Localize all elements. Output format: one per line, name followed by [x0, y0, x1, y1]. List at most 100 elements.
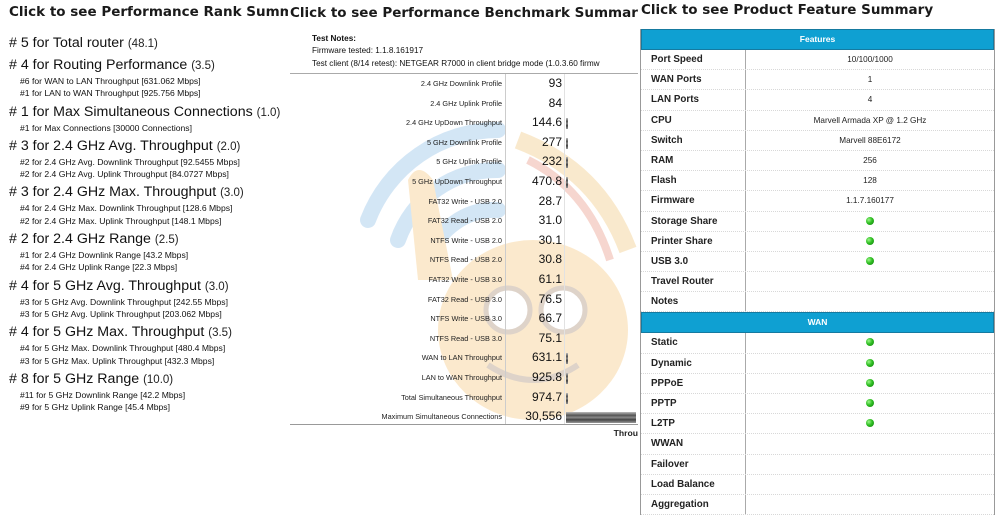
- check-indicator-icon: [866, 256, 874, 265]
- rank-detail[interactable]: #3 for 5 GHz Avg. Uplink Throughput [203…: [20, 308, 284, 320]
- benchmark-label[interactable]: Total Simultaneous Throughput: [401, 393, 502, 402]
- benchmark-label[interactable]: FAT32 Read - USB 3.0: [428, 295, 502, 304]
- benchmark-summary-link[interactable]: Click to see Performance Benchmark Summa…: [290, 5, 638, 21]
- rank-list: # 5 for Total router (48.1) # 4 for Routi…: [9, 34, 284, 416]
- rank-detail[interactable]: #4 for 2.4 GHz Max. Downlink Throughput …: [20, 202, 284, 214]
- rank-detail[interactable]: #4 for 5 GHz Max. Downlink Throughput [4…: [20, 342, 284, 354]
- feature-name: L2TP: [641, 414, 746, 434]
- feature-row: Failover: [641, 454, 994, 475]
- benchmark-value: 66.7: [538, 311, 562, 326]
- rank-detail[interactable]: #1 for Max Connections [30000 Connection…: [20, 122, 284, 134]
- feature-name: Flash: [641, 171, 746, 191]
- feature-row: CPU Marvell Armada XP @ 1.2 GHz: [641, 110, 994, 131]
- rank-detail[interactable]: #2 for 2.4 GHz Max. Uplink Throughput [1…: [20, 215, 284, 227]
- rank-detail[interactable]: #2 for 2.4 GHz Avg. Uplink Throughput [8…: [20, 168, 284, 180]
- rank-detail[interactable]: #6 for WAN to LAN Throughput [631.062 Mb…: [20, 75, 284, 87]
- rank-summary-panel: Click to see Performance Rank Summary # …: [0, 0, 318, 521]
- benchmark-label[interactable]: 5 GHz Uplink Profile: [436, 157, 502, 166]
- rank-label: # 4 for 5 GHz Avg. Throughput: [9, 277, 201, 294]
- rank-heading[interactable]: # 2 for 2.4 GHz Range (2.5): [9, 230, 284, 249]
- rank-heading[interactable]: # 4 for 5 GHz Max. Throughput (3.5): [9, 323, 284, 342]
- benchmark-value: 144.6: [531, 115, 562, 130]
- rank-group: # 4 for 5 GHz Avg. Throughput (3.0) #3 fo…: [9, 277, 284, 321]
- rank-detail[interactable]: #2 for 2.4 GHz Avg. Downlink Throughput …: [20, 156, 284, 168]
- rank-group: # 5 for Total router (48.1): [9, 34, 284, 53]
- feature-row: Port Speed 10/100/1000: [641, 50, 994, 71]
- rank-heading[interactable]: # 4 for 5 GHz Avg. Throughput (3.0): [9, 277, 284, 296]
- feature-name: PPTP: [641, 394, 746, 414]
- feature-name: Port Speed: [641, 50, 746, 70]
- feature-name: Printer Share: [641, 231, 746, 251]
- feature-row: Firmware 1.1.7.160177: [641, 191, 994, 212]
- rank-summary-link[interactable]: Click to see Performance Rank Summary: [9, 4, 318, 20]
- feature-name: CPU: [641, 110, 746, 130]
- rank-detail[interactable]: #1 for 2.4 GHz Downlink Range [43.2 Mbps…: [20, 249, 284, 261]
- table-row: NTFS Read - USB 2.0 30.8: [288, 250, 638, 270]
- feature-name: USB 3.0: [641, 251, 746, 272]
- benchmark-bar: [566, 137, 568, 149]
- feature-value: [746, 292, 994, 311]
- feature-name: Travel Router: [641, 272, 746, 292]
- rank-detail[interactable]: #4 for 2.4 GHz Uplink Range [22.3 Mbps]: [20, 261, 284, 273]
- table-row: 2.4 GHz Uplink Profile 84: [288, 94, 638, 114]
- benchmark-label[interactable]: Maximum Simultaneous Connections: [382, 412, 502, 421]
- benchmark-label[interactable]: NTFS Write - USB 3.0: [430, 314, 502, 323]
- rank-heading[interactable]: # 3 for 2.4 GHz Max. Throughput (3.0): [9, 183, 284, 202]
- rank-detail[interactable]: #3 for 5 GHz Max. Uplink Throughput [432…: [20, 355, 284, 367]
- feature-value: 1.1.7.160177: [846, 196, 894, 206]
- rank-heading[interactable]: # 4 for Routing Performance (3.5): [9, 56, 284, 75]
- table-row: Total Simultaneous Throughput 974.7: [288, 388, 638, 408]
- benchmark-label[interactable]: 2.4 GHz Uplink Profile: [430, 99, 502, 108]
- benchmark-label[interactable]: 2.4 GHz Downlink Profile: [421, 79, 502, 88]
- feature-row: L2TP: [641, 414, 994, 435]
- benchmark-label[interactable]: NTFS Read - USB 2.0: [430, 255, 502, 264]
- check-indicator-icon: [866, 338, 874, 347]
- benchmark-label[interactable]: 5 GHz UpDown Throughput: [412, 177, 502, 186]
- benchmark-label[interactable]: NTFS Write - USB 2.0: [430, 236, 502, 245]
- rank-heading[interactable]: # 1 for Max Simultaneous Connections (1.…: [9, 103, 284, 122]
- benchmark-label[interactable]: 5 GHz Downlink Profile: [427, 138, 502, 147]
- check-indicator-icon: [866, 216, 874, 225]
- benchmark-label[interactable]: FAT32 Write - USB 3.0: [428, 275, 502, 284]
- benchmark-value: 28.7: [538, 193, 562, 208]
- rank-score: (2.0): [216, 140, 241, 153]
- rank-heading[interactable]: # 8 for 5 GHz Range (10.0): [9, 370, 284, 389]
- test-notes-title: Test Notes:: [312, 34, 356, 43]
- feature-value: [746, 333, 994, 352]
- test-client: Test client (8/14 retest): NETGEAR R7000…: [312, 58, 600, 68]
- rank-detail[interactable]: #3 for 5 GHz Avg. Downlink Throughput [2…: [20, 296, 284, 308]
- rank-detail[interactable]: #9 for 5 GHz Uplink Range [45.4 Mbps]: [20, 401, 284, 413]
- feature-value: 10/100/1000: [847, 55, 893, 64]
- section-header: WAN: [641, 312, 994, 334]
- feature-name: Notes: [641, 292, 746, 312]
- rank-heading[interactable]: # 5 for Total router (48.1): [9, 34, 284, 53]
- rank-group: # 3 for 2.4 GHz Avg. Throughput (2.0) #2 …: [9, 137, 284, 181]
- benchmark-label[interactable]: FAT32 Read - USB 2.0: [428, 216, 502, 225]
- feature-name: Switch: [641, 130, 746, 150]
- feature-row: PPTP: [641, 394, 994, 415]
- table-row: LAN to WAN Throughput 925.8: [288, 368, 638, 388]
- benchmark-label[interactable]: NTFS Read - USB 3.0: [430, 334, 502, 343]
- feature-table: Features Port Speed 10/100/1000 WAN Ports 1 L…: [640, 29, 995, 516]
- rank-detail[interactable]: #1 for LAN to WAN Throughput [925.756 Mb…: [20, 87, 284, 99]
- feature-value: 256: [863, 155, 877, 165]
- benchmark-label[interactable]: 2.4 GHz UpDown Throughput: [406, 118, 502, 127]
- benchmark-value: 61.1: [538, 271, 562, 286]
- benchmark-label[interactable]: WAN to LAN Throughput: [422, 353, 502, 362]
- rank-detail[interactable]: #11 for 5 GHz Downlink Range [42.2 Mbps]: [20, 389, 284, 401]
- feature-row: Dynamic: [641, 353, 994, 374]
- rank-label: # 2 for 2.4 GHz Range: [9, 231, 151, 248]
- benchmark-label[interactable]: LAN to WAN Throughput: [422, 373, 502, 382]
- feature-value: 4: [867, 95, 873, 105]
- feature-row: Flash 128: [641, 171, 994, 192]
- rank-heading[interactable]: # 3 for 2.4 GHz Avg. Throughput (2.0): [9, 137, 284, 156]
- table-row: FAT32 Read - USB 2.0 31.0: [288, 211, 638, 231]
- section-header: Features: [641, 29, 994, 50]
- feature-value: [746, 354, 994, 373]
- feature-summary-link[interactable]: Click to see Product Feature Summary: [641, 2, 933, 18]
- benchmark-value: 30,556: [525, 409, 562, 424]
- benchmark-value: 277: [541, 134, 562, 149]
- benchmark-value: 75.1: [538, 330, 562, 345]
- benchmark-label[interactable]: FAT32 Write - USB 2.0: [428, 197, 502, 206]
- feature-name: RAM: [641, 150, 746, 171]
